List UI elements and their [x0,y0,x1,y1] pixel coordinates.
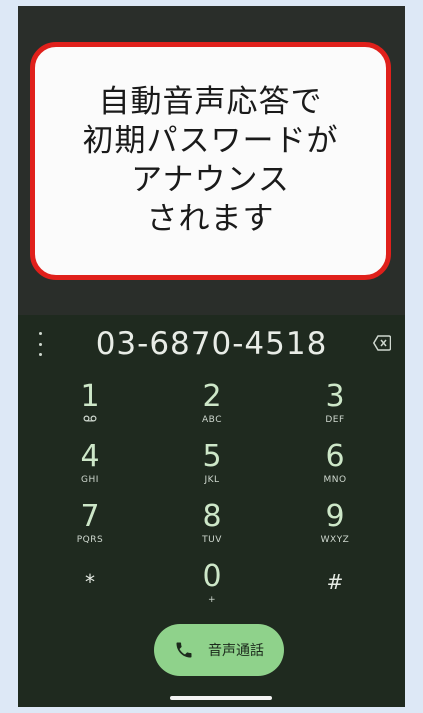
key-letters: + [207,595,217,605]
key-digit: 0 [202,559,222,594]
voice-call-button[interactable]: 音声通話 [154,624,284,676]
key-8[interactable]: 8 TUV [182,496,242,556]
key-letters: WXYZ [320,535,350,545]
key-digit: 7 [80,499,100,534]
key-letters: PQRS [76,535,104,545]
key-5[interactable]: 5 JKL [182,436,242,496]
key-2[interactable]: 2 ABC [182,376,242,436]
key-digit: 2 [202,379,222,414]
dialed-number: 03-6870-4518 [95,326,328,362]
key-hash[interactable]: # [305,556,365,616]
announcement-callout: 自動音声応答で 初期パスワードが アナウンス されます [30,42,391,280]
key-digit: 4 [80,439,100,474]
callout-line-1: 自動音声応答で [98,84,323,120]
key-digit: 1 [80,379,100,414]
key-letters: DEF [325,415,345,425]
key-digit: 9 [325,499,345,534]
key-digit: 5 [202,439,222,474]
key-3[interactable]: 3 DEF [305,376,365,436]
callout-line-2: 初期パスワードが [82,123,339,159]
key-letters: ABC [202,415,222,425]
callout-line-3: アナウンス [131,162,290,198]
home-indicator[interactable] [170,696,272,700]
key-letters: MNO [323,475,347,485]
key-letters: JKL [204,475,220,485]
key-9[interactable]: 9 WXYZ [305,496,365,556]
phone-screen: 自動音声応答で 初期パスワードが アナウンス されます 03-6870-4518… [18,6,405,707]
voice-call-label: 音声通話 [208,643,264,659]
key-0[interactable]: 0 + [182,556,242,616]
voicemail-icon [83,415,97,422]
key-7[interactable]: 7 PQRS [60,496,120,556]
key-digit: 6 [325,439,345,474]
key-6[interactable]: 6 MNO [305,436,365,496]
key-digit: 8 [202,499,222,534]
backspace-icon[interactable] [373,335,391,351]
key-4[interactable]: 4 GHI [60,436,120,496]
key-1[interactable]: 1 [60,376,120,436]
number-bar: 03-6870-4518 [18,318,405,370]
key-digit: 3 [325,379,345,414]
callout-line-4: されます [146,201,275,237]
key-letters: GHI [81,475,99,485]
phone-icon [176,642,192,658]
key-digit: * [85,570,95,594]
key-star[interactable]: * [60,556,120,616]
key-letters: TUV [202,535,222,545]
key-digit: # [326,570,344,594]
